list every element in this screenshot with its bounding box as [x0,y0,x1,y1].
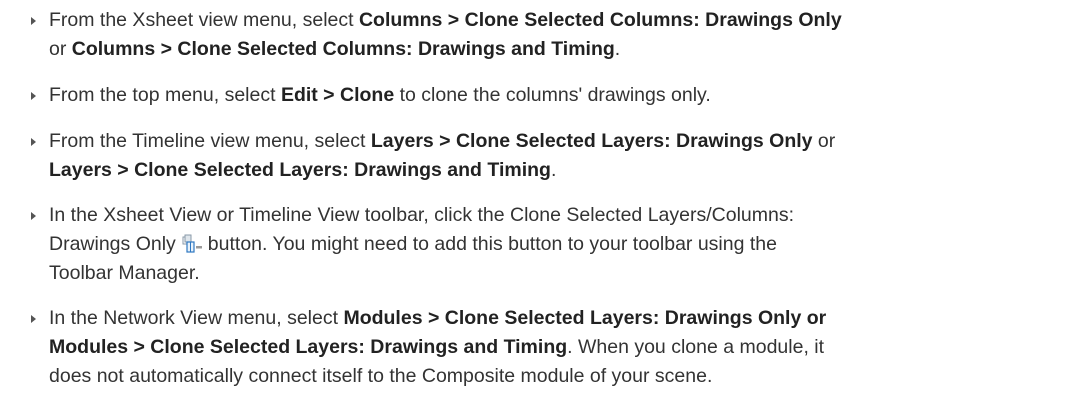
menu-path-text: Modules > Clone Selected Layers: Drawing… [49,336,568,358]
bullet-marker-icon [31,17,36,25]
body-text: button. You might need to add this butto… [207,233,777,255]
text-line: In the Network View menu, select Modules… [49,304,1079,333]
body-text: In the Xsheet View or Timeline View tool… [49,204,794,226]
list-item-text: From the Xsheet view menu, select Column… [49,6,1079,64]
document-page: From the Xsheet view menu, select Column… [0,0,1088,416]
clone-drawings-only-icon [181,234,203,254]
list-item-text: In the Xsheet View or Timeline View tool… [49,201,1079,288]
body-text: From the Timeline view menu, select [49,130,371,152]
bullet-marker-icon [31,138,36,146]
body-text: . [614,38,621,60]
menu-path-text: Layers > Clone Selected Layers: Drawings… [49,159,551,181]
text-line: Layers > Clone Selected Layers: Drawings… [49,156,1079,185]
body-text: does not automatically connect itself to… [49,365,713,387]
text-line: In the Xsheet View or Timeline View tool… [49,201,1079,230]
text-line: Modules > Clone Selected Layers: Drawing… [49,333,1079,362]
text-line: From the top menu, select Edit > Clone t… [49,81,1079,110]
body-text: to clone the columns' drawings only. [394,84,711,106]
body-text: In the Network View menu, select [49,307,344,329]
text-line: Toolbar Manager. [49,259,1079,288]
list-item-text: From the top menu, select Edit > Clone t… [49,81,1079,110]
bullet-marker-icon [31,315,36,323]
list-item-text: In the Network View menu, select Modules… [49,304,1079,391]
body-text: or [49,38,72,60]
body-text: . [550,159,557,181]
body-text: From the top menu, select [49,84,281,106]
menu-path-text: Layers > Clone Selected Layers: Drawings… [370,130,813,152]
body-text: or [812,130,836,152]
text-line: or Columns > Clone Selected Columns: Dra… [49,35,1079,64]
text-line: From the Xsheet view menu, select Column… [49,6,1079,35]
list-item-text: From the Timeline view menu, select Laye… [49,127,1079,185]
menu-path-text: Edit > Clone [280,84,395,106]
text-line: does not automatically connect itself to… [49,362,1079,391]
bullet-marker-icon [31,212,36,220]
body-text: Drawings Only [49,233,176,255]
text-line: From the Timeline view menu, select Laye… [49,127,1079,156]
body-text: From the Xsheet view menu, select [49,9,359,31]
bullet-marker-icon [31,92,36,100]
menu-path-text: Columns > Clone Selected Columns: Drawin… [358,9,842,31]
text-line: Drawings Only button. You might need to a… [49,230,1079,259]
menu-path-text: Columns > Clone Selected Columns: Drawin… [71,38,615,60]
body-text: . When you clone a module, it [567,336,825,358]
menu-path-text: Modules > Clone Selected Layers: Drawing… [343,307,827,329]
body-text: Toolbar Manager. [49,262,200,284]
